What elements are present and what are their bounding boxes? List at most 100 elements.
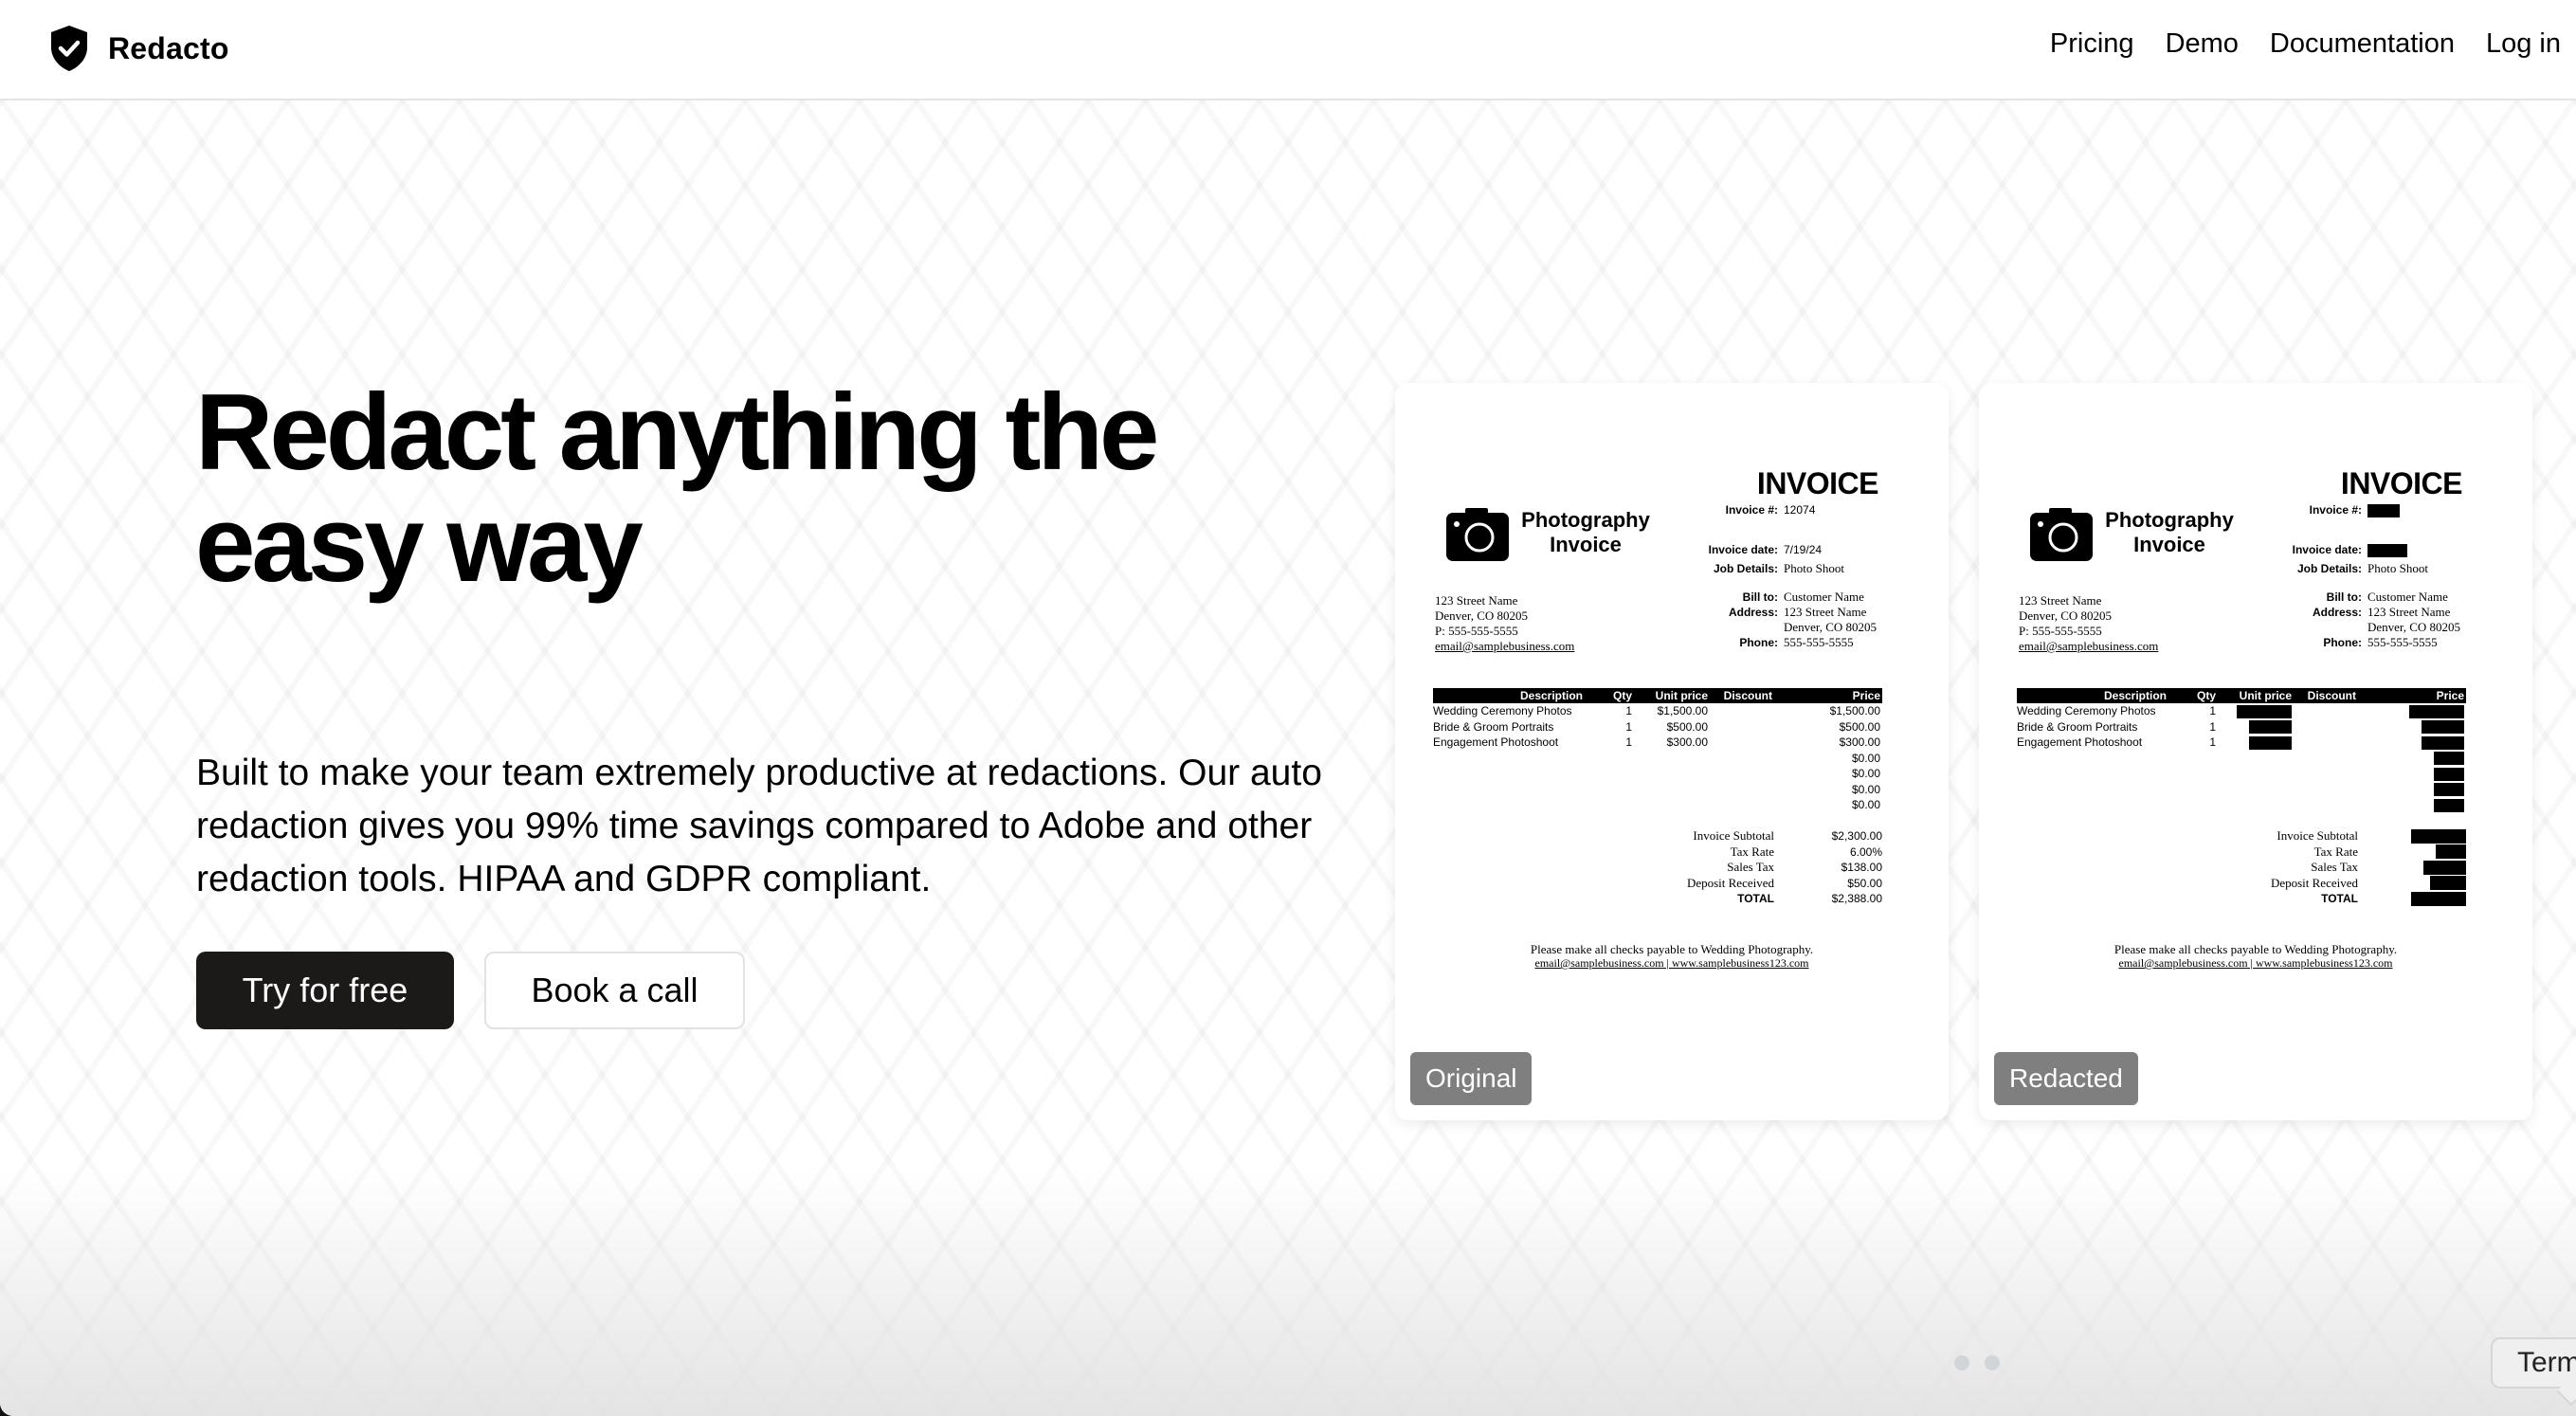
table-row: $0.00 <box>1433 751 1882 767</box>
cell-unit-price <box>2216 704 2292 718</box>
original-invoice-card: INVOICE Photography Invoice Invoice #: 1… <box>1395 383 1949 1120</box>
cell-price <box>2356 798 2466 812</box>
sender-line: Denver, CO 80205 <box>2019 608 2113 623</box>
nav-link-documentation[interactable]: Documentation <box>2270 28 2455 60</box>
nav-link-demo[interactable]: Demo <box>2166 28 2239 60</box>
cell-price <box>2356 704 2466 718</box>
meta-value-phone: 555-555-5555 <box>1784 635 1854 649</box>
meta-row-phone: Phone: 555-555-5555 <box>1642 635 1926 650</box>
meta-label: Phone: <box>2323 636 2362 649</box>
meta-row-invoice-no: Invoice #: <box>2225 502 2510 518</box>
table-body: Wedding Ceremony Photos 1 Bride & Groom Po… <box>2017 703 2466 813</box>
meta-value-address2: Denver, CO 80205 <box>1784 620 1878 634</box>
invoice-meta: Invoice #: Invoice date: Job Details: Ph… <box>2225 502 2510 650</box>
business-name-line2: Invoice <box>2133 533 2205 556</box>
nav-link-pricing[interactable]: Pricing <box>2050 28 2134 60</box>
cell-price: $300.00 <box>1839 735 1880 750</box>
cell-unit-price <box>2216 719 2292 735</box>
totals-value <box>2373 860 2466 875</box>
totals-value: 6.00% <box>1849 844 1882 859</box>
hero-bottom-fade <box>0 1170 2576 1416</box>
meta-label: Invoice date: <box>1708 543 1778 556</box>
meta-value-job: Photo Shoot <box>2367 561 2428 575</box>
sender-line: 123 Street Name <box>1435 593 1518 608</box>
meta-value-phone: 555-555-5555 <box>2367 635 2438 649</box>
sender-email: email@samplebusiness.com <box>2019 639 2159 653</box>
nav-links: Pricing Demo Documentation Log in <box>2019 28 2561 60</box>
business-name: Photography Invoice <box>1516 508 1655 557</box>
totals-block: Invoice Subtotal Tax Rate Sales Tax Deposit… <box>2187 828 2466 907</box>
totals-label: Invoice Subtotal <box>2277 828 2358 844</box>
browser-window: Redacto Pricing Demo Documentation Log i… <box>0 0 2576 1416</box>
invoice-footer: Please make all checks payable to Weddin… <box>1395 942 1949 971</box>
header-discount: Discount <box>1723 689 1772 702</box>
nav-link-login[interactable]: Log in <box>2486 28 2561 60</box>
sender-phone: P: 555-555-5555 <box>1435 624 1518 638</box>
line-items-table: Description Qty Unit price Discount Pric… <box>1433 688 1882 813</box>
redacted-badge[interactable]: Redacted <box>1994 1052 2138 1105</box>
table-row <box>2017 751 2466 767</box>
sender-line: 123 Street Name <box>2019 593 2102 608</box>
meta-value-address: 123 Street Name <box>1784 605 1867 619</box>
cell-qty: 1 <box>1625 735 1632 750</box>
book-a-call-button[interactable]: Book a call <box>484 952 745 1029</box>
meta-row-date: Invoice date: <box>2225 542 2510 558</box>
totals-label: Sales Tax <box>1727 860 1774 875</box>
totals-row: Sales Tax <box>2187 860 2466 876</box>
meta-value-bill-to: Customer Name <box>2367 590 2448 604</box>
sender-email: email@samplebusiness.com <box>1435 639 1575 653</box>
cell-unit-price: $500.00 <box>1666 719 1708 734</box>
totals-value <box>2373 828 2466 844</box>
table-row: Engagement Photoshoot 1 <box>2017 735 2466 751</box>
brand-name: Redacto <box>108 30 229 65</box>
meta-value-address2: Denver, CO 80205 <box>2367 620 2461 634</box>
totals-label: Sales Tax <box>2311 860 2358 875</box>
redaction-box <box>2422 720 2464 735</box>
brand-logo-link[interactable]: Redacto <box>49 25 229 72</box>
redaction-box <box>2411 828 2466 844</box>
totals-value: $2,300.00 <box>1831 829 1882 844</box>
totals-value: $2,388.00 <box>1831 892 1882 906</box>
table-row: Wedding Ceremony Photos 1 <box>2017 703 2466 719</box>
table-row <box>2017 782 2466 798</box>
totals-label: Tax Rate <box>2313 844 2358 859</box>
sender-line: Denver, CO 80205 <box>1435 608 1529 623</box>
navbar: Redacto Pricing Demo Documentation Log i… <box>0 0 2576 100</box>
totals-value <box>2373 844 2466 860</box>
cell-price <box>2356 782 2466 797</box>
cell-description: Bride & Groom Portraits <box>2017 719 2138 734</box>
carousel-dot-2[interactable] <box>1985 1355 2000 1371</box>
carousel-dot-1[interactable] <box>1954 1355 1969 1371</box>
meta-label: Invoice #: <box>1725 503 1778 517</box>
redaction-box <box>2434 752 2464 766</box>
meta-row-address2: Denver, CO 80205 <box>1642 620 1926 635</box>
redaction-box <box>2367 504 2400 518</box>
totals-value <box>2373 891 2466 906</box>
meta-value-bill-to: Customer Name <box>1784 590 1864 604</box>
cell-description: Wedding Ceremony Photos <box>1433 704 1572 718</box>
original-badge[interactable]: Original <box>1410 1052 1533 1105</box>
meta-row-address: Address: 123 Street Name <box>2225 605 2510 620</box>
redaction-box <box>2249 720 2292 735</box>
terms-tooltip[interactable]: Term <box>2491 1337 2576 1389</box>
footer-payable-note: Please make all checks payable to Weddin… <box>2113 942 2398 956</box>
cell-qty: 1 <box>1625 704 1632 718</box>
try-for-free-button[interactable]: Try for free <box>196 952 454 1029</box>
redaction-box <box>2249 735 2292 750</box>
business-name: Photography Invoice <box>2100 508 2239 557</box>
sender-address: 123 Street Name Denver, CO 80205 P: 555-… <box>2019 593 2158 654</box>
meta-label: Address: <box>1728 606 1778 619</box>
totals-value: $138.00 <box>1841 861 1882 875</box>
meta-label: Job Details: <box>1713 562 1778 575</box>
meta-label: Address: <box>2312 606 2362 619</box>
table-row: Wedding Ceremony Photos 1 $1,500.00 $1,500.… <box>1433 703 1882 719</box>
cell-description: Engagement Photoshoot <box>1433 735 1559 750</box>
cell-description: Engagement Photoshoot <box>2017 735 2143 750</box>
totals-row: Sales Tax $138.00 <box>1604 860 1882 876</box>
cell-price <box>2356 751 2466 766</box>
redaction-box <box>2423 860 2466 875</box>
footer-contact-links: email@samplebusiness.com | www.samplebus… <box>1534 956 1809 970</box>
header-qty: Qty <box>2196 689 2216 702</box>
meta-row-phone: Phone: 555-555-5555 <box>2225 635 2510 650</box>
table-header: Description Qty Unit price Discount Pric… <box>1433 688 1882 703</box>
